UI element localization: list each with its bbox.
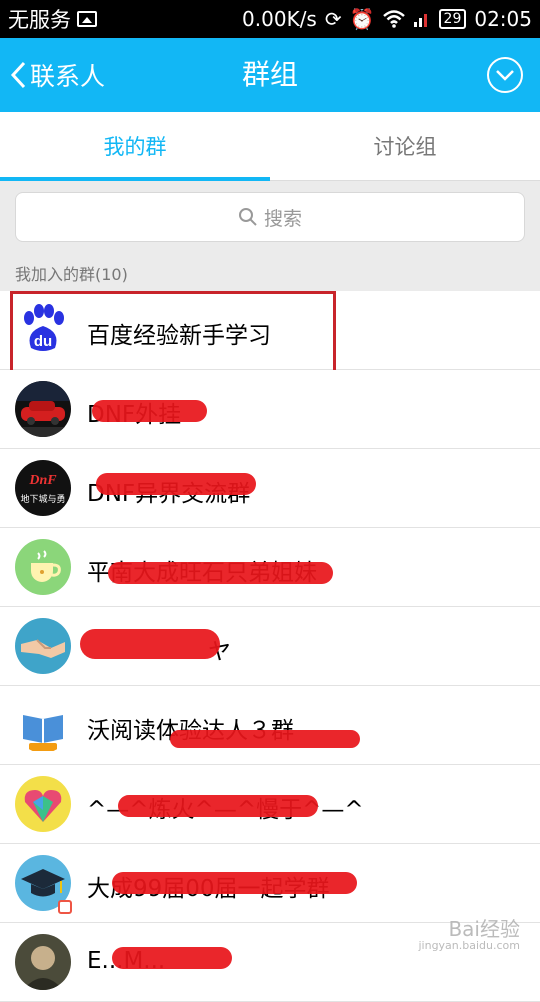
tab-my-groups[interactable]: 我的群 bbox=[0, 112, 270, 180]
redaction-mark bbox=[108, 562, 333, 584]
redaction-mark bbox=[80, 629, 220, 659]
list-item[interactable]: du 百度经验新手学习 bbox=[0, 291, 540, 373]
svg-text:地下城与勇: 地下城与勇 bbox=[20, 493, 65, 505]
redaction-mark bbox=[112, 947, 232, 969]
red-car-avatar bbox=[15, 381, 71, 437]
clock: 02:05 bbox=[474, 7, 532, 31]
page-title: 群组 bbox=[241, 58, 298, 91]
redaction-mark bbox=[96, 473, 256, 495]
watermark-url: jingyan.baidu.com bbox=[418, 938, 520, 952]
watermark-logo: Bai经验 bbox=[448, 916, 520, 941]
battery-level: 29 bbox=[438, 9, 467, 29]
status-bar: 无服务 0.00K/s ⟳ ⏰ 29 02:05 bbox=[0, 0, 540, 38]
coffee-cup-avatar bbox=[15, 539, 71, 595]
list-item[interactable]: ^—^炼火^—^慢于^—^ bbox=[0, 765, 540, 844]
redaction-mark bbox=[118, 795, 318, 817]
list-item[interactable]: ヤ bbox=[0, 607, 540, 686]
wifi-icon bbox=[382, 10, 405, 28]
muted-badge-icon bbox=[58, 900, 72, 914]
person-photo-avatar bbox=[15, 934, 71, 990]
network-speed: 0.00K/s bbox=[242, 7, 317, 31]
search-input[interactable]: 搜索 bbox=[15, 192, 525, 242]
tab-bar: 我的群 讨论组 bbox=[0, 112, 540, 181]
svg-text:du: du bbox=[34, 333, 52, 350]
sync-icon: ⟳ bbox=[324, 7, 342, 31]
group-list: du 百度经验新手学习 DNF外挂 DnF 地下城与勇 DNF异界交流群 bbox=[0, 291, 540, 1002]
list-item[interactable]: DnF 地下城与勇 DNF异界交流群 bbox=[0, 449, 540, 528]
carrier-label: 无服务 bbox=[8, 8, 71, 32]
tab-discussion-groups[interactable]: 讨论组 bbox=[270, 112, 540, 180]
search-icon bbox=[238, 208, 257, 226]
watermark: Bai经验 jingyan.baidu.com bbox=[418, 918, 520, 952]
list-item[interactable]: 沃阅读体验达人３群 bbox=[0, 686, 540, 765]
group-name: 百度经验新手学习 bbox=[87, 323, 271, 349]
search-area: 搜索 bbox=[0, 181, 540, 253]
search-placeholder: 搜索 bbox=[263, 207, 302, 230]
redaction-mark bbox=[112, 872, 357, 894]
book-logo-avatar bbox=[15, 697, 71, 753]
handshake-avatar bbox=[15, 618, 71, 674]
chevron-down-circle-icon[interactable] bbox=[486, 56, 524, 94]
title-bar: 联系人 群组 bbox=[0, 38, 540, 112]
svg-text:DnF: DnF bbox=[28, 473, 57, 488]
dnf-logo-avatar: DnF 地下城与勇 bbox=[15, 460, 71, 516]
signal-icon bbox=[413, 14, 427, 27]
section-header: 我加入的群(10) bbox=[0, 253, 540, 291]
heart-gems-avatar bbox=[15, 776, 71, 832]
section-label: 我加入的群(10) bbox=[15, 265, 128, 284]
list-item[interactable]: DNF外挂 bbox=[0, 370, 540, 449]
redaction-mark bbox=[92, 400, 207, 422]
alarm-icon: ⏰ bbox=[349, 7, 375, 31]
image-notification-icon bbox=[77, 11, 97, 27]
baidu-logo-avatar: du bbox=[15, 302, 71, 358]
redaction-mark bbox=[170, 730, 360, 748]
list-item[interactable]: 平南大成旺石只弟姐妹 bbox=[0, 528, 540, 607]
list-item[interactable]: 大成99届00届一起学群 bbox=[0, 844, 540, 923]
